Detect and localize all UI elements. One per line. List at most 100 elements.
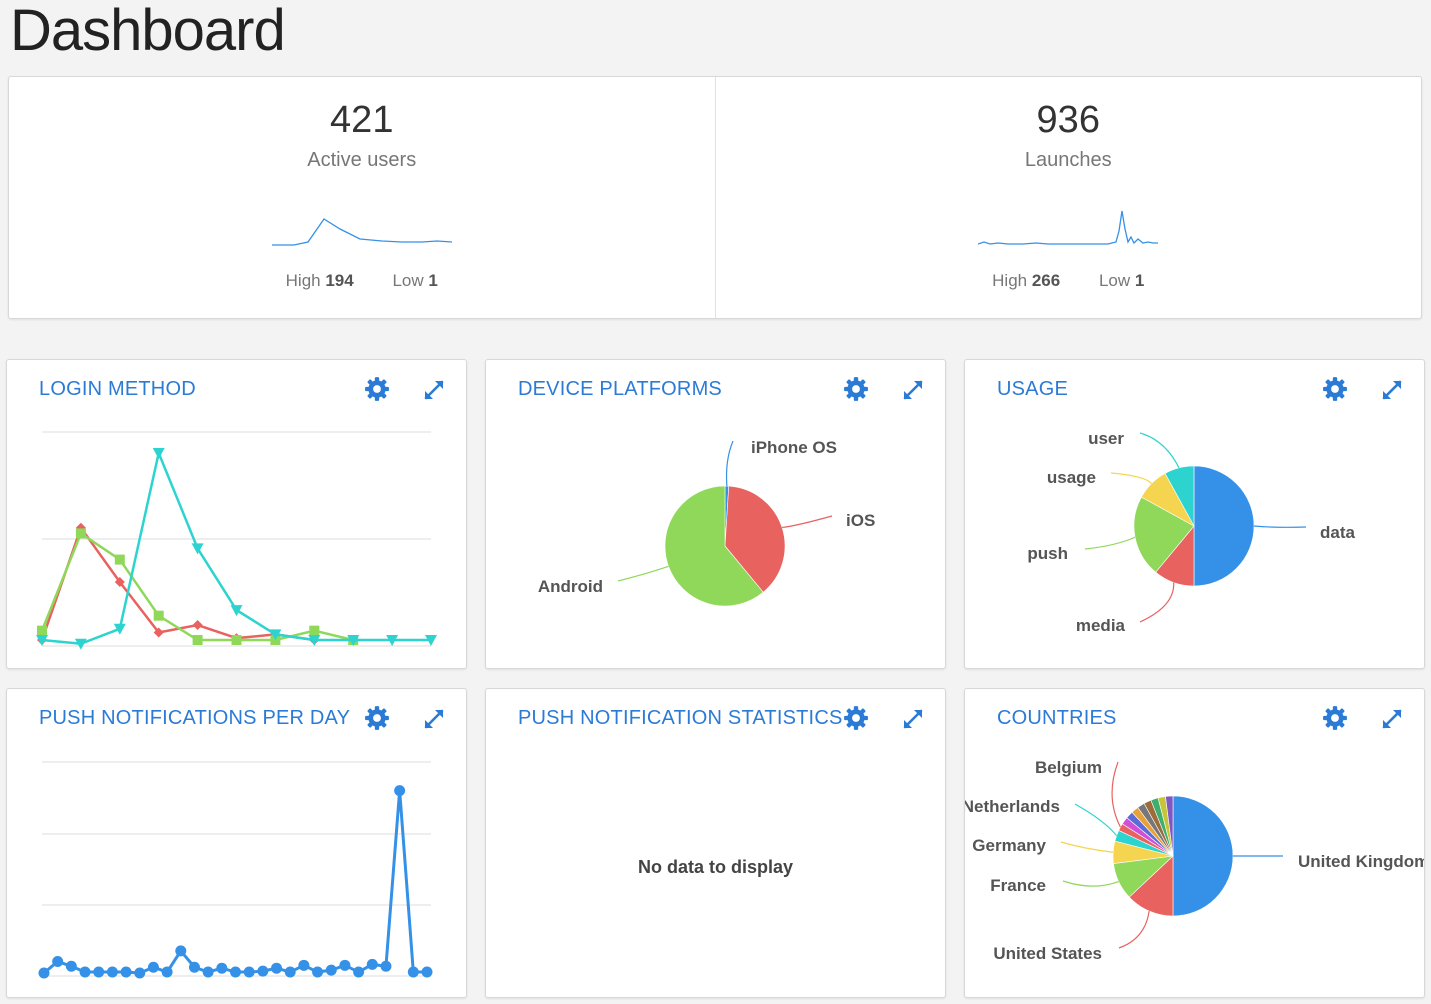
device-platforms-chart: iPhone OS iOS Android xyxy=(538,438,875,607)
expand-icon[interactable] xyxy=(1380,378,1404,402)
data-point xyxy=(325,964,337,976)
panel-title: COUNTRIES xyxy=(997,707,1117,729)
push-per-day-chart xyxy=(38,761,433,979)
summary-stats-card: 421 Active users High 194 Low 1 936 Laun… xyxy=(8,76,1422,319)
pie-label: Belgium xyxy=(1035,758,1102,777)
data-point xyxy=(161,966,173,978)
active-users-label: Active users xyxy=(307,149,417,171)
data-point xyxy=(339,959,351,971)
push-statistics-panel: PUSH NOTIFICATION STATISTICS No data to … xyxy=(485,688,946,998)
pie-connector xyxy=(1111,761,1121,828)
data-point xyxy=(93,966,105,978)
series-line xyxy=(40,525,315,642)
panel-title: USAGE xyxy=(997,378,1069,400)
pie-label: France xyxy=(990,876,1046,895)
data-point xyxy=(257,965,269,977)
data-point xyxy=(175,945,187,957)
pie-connector xyxy=(1253,525,1307,528)
pie-connector xyxy=(617,565,669,582)
data-point xyxy=(421,966,433,978)
expand-icon[interactable] xyxy=(422,707,446,731)
panel-title: PUSH NOTIFICATIONS PER DAY xyxy=(39,707,351,729)
low-value: 1 xyxy=(428,271,438,290)
usage-chart: data media push usage user xyxy=(1027,429,1356,635)
data-point xyxy=(147,961,159,973)
pie-connector xyxy=(1060,841,1114,853)
series-line xyxy=(43,790,427,975)
data-point xyxy=(216,962,228,974)
pie-label: United States xyxy=(993,944,1102,963)
data-point xyxy=(114,554,125,565)
expand-icon[interactable] xyxy=(422,378,446,402)
high-value: 194 xyxy=(325,271,354,290)
data-point xyxy=(120,966,132,978)
countries-chart: United Kingdom United States France Germany… xyxy=(965,758,1425,963)
page-title: Dashboard xyxy=(10,0,286,63)
pie-label: media xyxy=(1076,616,1126,635)
low-label: Low xyxy=(392,271,424,290)
gear-icon[interactable] xyxy=(843,705,869,731)
data-point xyxy=(271,962,283,974)
pie-label: push xyxy=(1027,544,1068,563)
pie-label: data xyxy=(1320,523,1356,542)
data-point xyxy=(407,966,419,978)
data-point xyxy=(309,625,320,636)
low-label: Low xyxy=(1098,271,1131,290)
expand-icon[interactable] xyxy=(901,707,925,731)
pie-connector xyxy=(1110,472,1153,485)
pie-connector xyxy=(1062,880,1119,887)
data-point xyxy=(298,959,310,971)
data-point xyxy=(152,448,165,459)
gear-icon[interactable] xyxy=(364,705,390,731)
login-method-chart xyxy=(36,431,437,650)
data-point xyxy=(134,967,146,979)
active-users-value: 421 xyxy=(330,99,394,141)
launches-label: Launches xyxy=(1024,149,1112,171)
pie-connector xyxy=(1139,582,1175,623)
usage-panel: data media push usage user USAGE xyxy=(964,359,1425,669)
active-users-sparkline xyxy=(271,218,452,246)
data-point xyxy=(192,620,203,631)
data-point xyxy=(79,966,91,978)
data-point xyxy=(230,605,243,617)
pie-connector xyxy=(1074,803,1118,837)
high-label: High xyxy=(992,271,1028,290)
pie-connector xyxy=(1118,910,1150,949)
data-point xyxy=(284,966,296,978)
countries-panel: United Kingdom United States France Germany… xyxy=(964,688,1425,998)
launches-stat: 936 Launches High 266 Low 1 xyxy=(714,77,1422,318)
gear-icon[interactable] xyxy=(1322,376,1348,402)
gear-icon[interactable] xyxy=(1322,705,1348,731)
login-method-panel: LOGIN METHOD xyxy=(6,359,467,669)
expand-icon[interactable] xyxy=(1380,707,1404,731)
push-per-day-panel: PUSH NOTIFICATIONS PER DAY xyxy=(6,688,467,998)
data-point xyxy=(243,966,255,978)
active-users-highlow: High 194 Low 1 xyxy=(9,271,715,291)
low-value: 1 xyxy=(1134,271,1145,290)
data-point xyxy=(106,966,118,978)
gear-icon[interactable] xyxy=(843,376,869,402)
active-users-stat: 421 Active users High 194 Low 1 xyxy=(9,77,715,318)
device-platforms-panel: iPhone OS iOS Android DEVICE PLATFORMS xyxy=(485,359,946,669)
gear-icon[interactable] xyxy=(364,376,390,402)
data-point xyxy=(52,955,64,967)
data-point xyxy=(394,785,406,797)
pie-label: United Kingdom xyxy=(1298,852,1425,871)
pie-slice xyxy=(1193,465,1255,587)
data-point xyxy=(312,966,324,978)
data-point xyxy=(37,625,47,636)
data-point xyxy=(38,967,50,979)
data-point xyxy=(366,958,378,970)
pie-slice xyxy=(1172,795,1234,917)
launches-value: 936 xyxy=(1036,99,1100,141)
expand-icon[interactable] xyxy=(901,378,925,402)
no-data-message: No data to display xyxy=(637,857,794,877)
pie-label: Germany xyxy=(972,836,1046,855)
panel-title: LOGIN METHOD xyxy=(39,378,196,400)
data-point xyxy=(65,960,77,972)
data-point xyxy=(202,966,214,978)
pie-label: Android xyxy=(538,577,603,596)
pie-connector xyxy=(782,515,833,529)
pie-connector xyxy=(1084,536,1136,550)
high-label: High xyxy=(285,271,321,290)
